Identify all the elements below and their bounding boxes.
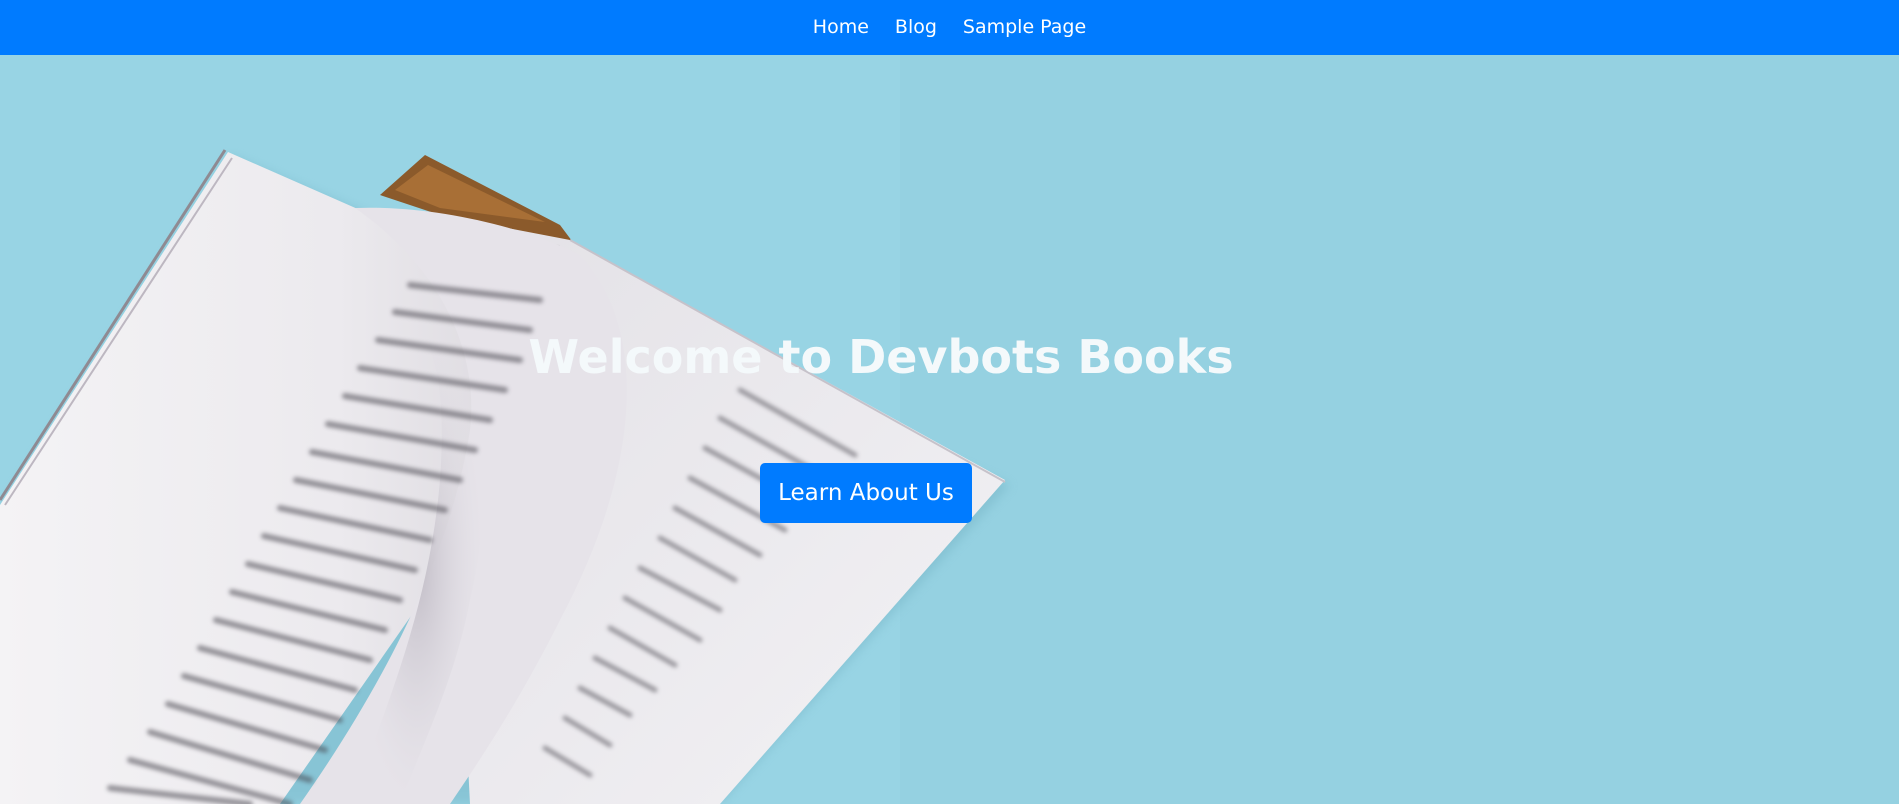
hero-section: Welcome to Devbots Books Learn About Us	[0, 55, 1899, 804]
hero-background-image	[0, 55, 1899, 804]
hero-title: Welcome to Devbots Books	[528, 330, 1234, 384]
nav-item-blog[interactable]: Blog	[895, 18, 937, 37]
nav-item-sample-page[interactable]: Sample Page	[963, 18, 1086, 37]
learn-about-us-button[interactable]: Learn About Us	[760, 463, 972, 523]
nav-item-home[interactable]: Home	[813, 18, 869, 37]
top-navbar: Home Blog Sample Page	[0, 0, 1899, 55]
